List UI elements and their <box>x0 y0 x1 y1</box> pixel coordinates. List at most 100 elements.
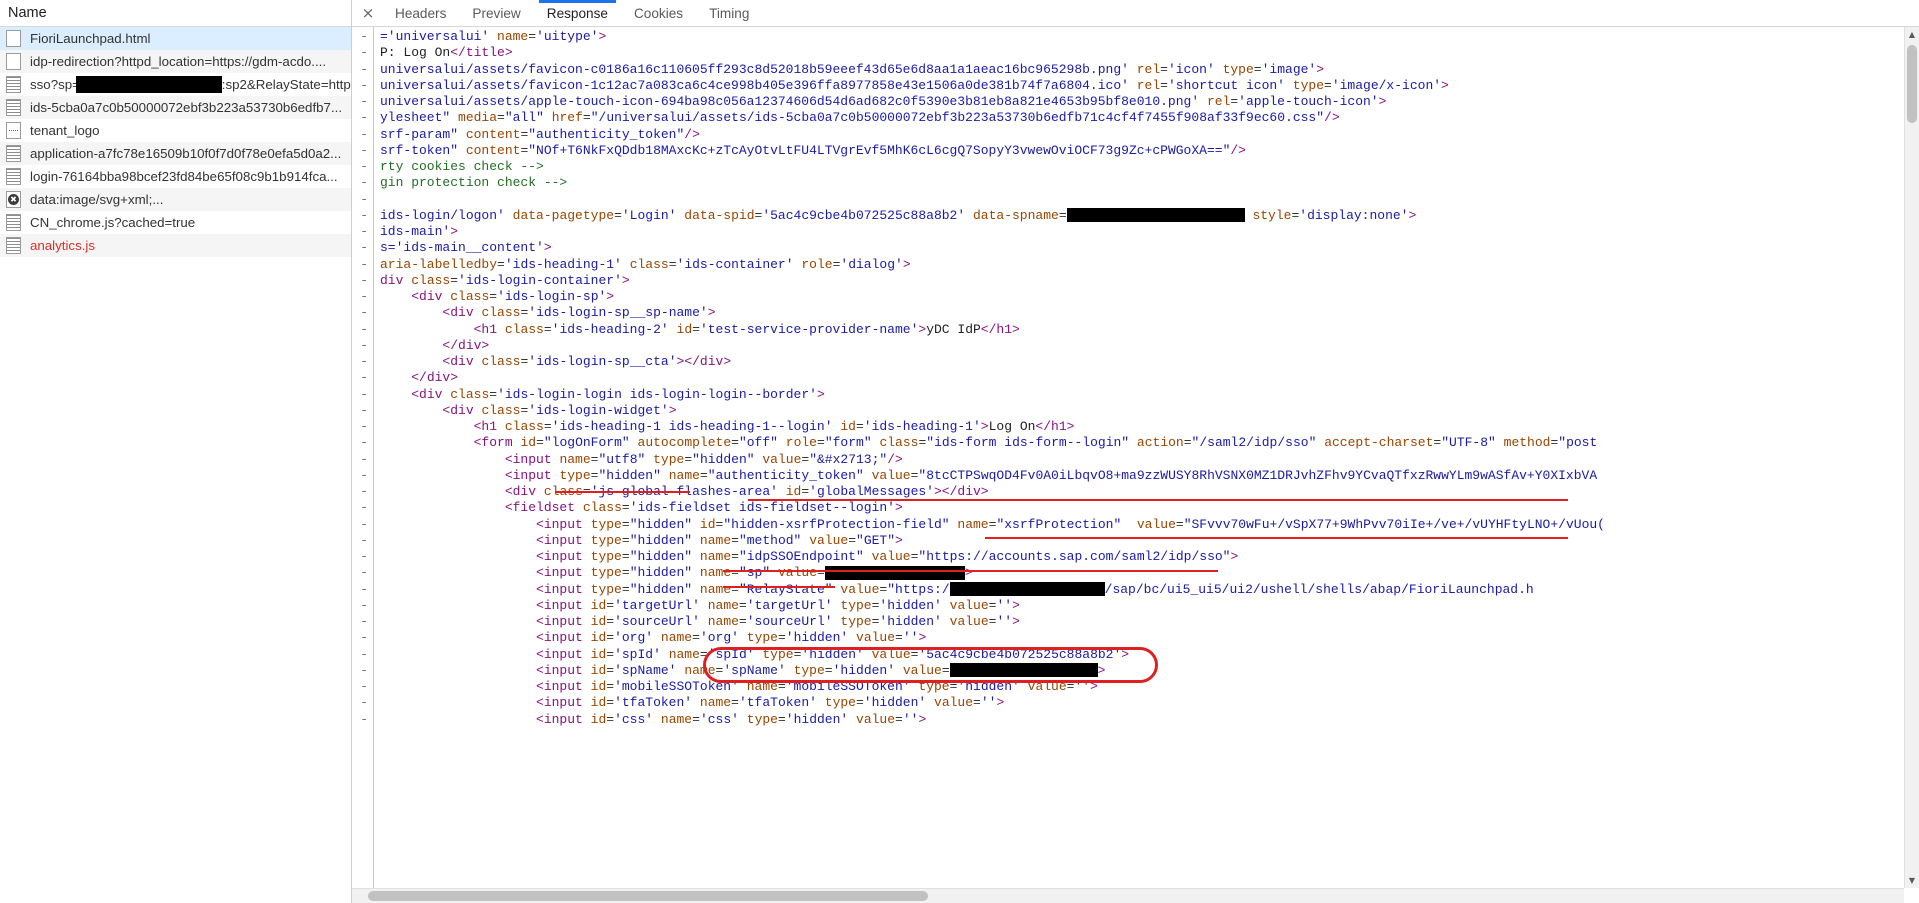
gutter-marker: - <box>360 549 368 564</box>
code-token: > <box>1012 614 1020 629</box>
code-token: id <box>590 662 607 678</box>
column-header-name[interactable]: Name <box>0 0 351 27</box>
code-token: name <box>699 581 732 597</box>
code-token: name <box>699 549 732 564</box>
code-token: rel <box>1206 94 1231 109</box>
redaction-bar <box>949 663 1098 678</box>
code-token: 'targetUrl' <box>614 597 700 613</box>
code-token: = <box>614 207 622 223</box>
vertical-scroll-thumb[interactable] <box>1907 45 1917 123</box>
code-token: 'shortcut icon' <box>1167 77 1285 93</box>
code-token: href <box>551 110 583 126</box>
code-token: > <box>918 711 927 727</box>
detail-tabs[interactable]: Headers Preview Response Cookies Timing <box>382 0 762 26</box>
tab-timing[interactable]: Timing <box>696 0 762 26</box>
code-token: "utf8" <box>598 451 646 467</box>
gutter-marker: - <box>360 175 368 191</box>
code-token: 'Login' <box>621 207 677 223</box>
gutter-marker: - <box>360 484 368 499</box>
code-token: value <box>871 549 911 564</box>
request-list[interactable]: FioriLaunchpad.html idp-redirection?httpd… <box>0 27 351 257</box>
code-token: = <box>692 711 700 727</box>
code-token: id <box>590 711 607 727</box>
tab-headers[interactable]: Headers <box>382 0 459 26</box>
code-token: = <box>817 435 825 451</box>
list-item[interactable]: analytics.js <box>0 234 351 257</box>
code-token: action <box>1136 435 1184 451</box>
code-token: id <box>785 484 802 499</box>
list-item[interactable]: ids-5cba0a7c0b50000072ebf3b223a53730b6ed… <box>0 96 351 119</box>
code-token: = <box>1160 61 1168 77</box>
code-token: 'spName' <box>723 662 786 678</box>
code-token: universalui/assets/apple-touch-icon-694b… <box>380 94 1200 109</box>
code-token: ='universalui' <box>380 29 490 44</box>
code-token: = <box>582 484 591 499</box>
code-token: type <box>793 662 825 678</box>
code-token: = <box>731 435 739 451</box>
gutter-marker: - <box>360 207 368 223</box>
code-token: = <box>684 451 693 467</box>
tab-cookies[interactable]: Cookies <box>621 0 696 26</box>
close-icon[interactable]: × <box>354 0 382 26</box>
tab-response[interactable]: Response <box>534 0 621 26</box>
code-line: <input id='tfaToken' name='tfaToken' typ… <box>380 695 1919 711</box>
code-token: = <box>731 532 739 548</box>
code-token: > <box>816 386 825 402</box>
code-token: = <box>1183 435 1192 451</box>
code-token: /> <box>1230 142 1246 158</box>
list-item[interactable]: idp-redirection?httpd_location=https://g… <box>0 50 351 73</box>
vertical-scrollbar[interactable]: ▲ ▼ <box>1904 27 1919 888</box>
gutter-marker: - <box>360 516 368 532</box>
horizontal-scrollbar[interactable] <box>352 888 1904 903</box>
code-token: /> <box>684 126 700 142</box>
code-token: <fieldset <box>504 500 576 516</box>
list-item[interactable]: FioriLaunchpad.html <box>0 27 351 50</box>
code-token: class <box>504 419 544 434</box>
code-token: name <box>668 467 700 483</box>
response-body-viewer[interactable]: ----------------------------------------… <box>352 27 1919 903</box>
list-item[interactable]: data:image/svg+xml;... <box>0 188 351 211</box>
code-token: value <box>777 565 817 581</box>
code-line: <h1 class='ids-heading-2' id='test-servi… <box>380 322 1919 338</box>
code-token: > <box>895 532 903 548</box>
code-token: '' <box>902 630 919 646</box>
horizontal-scroll-thumb[interactable] <box>368 891 928 901</box>
list-item[interactable]: CN_chrome.js?cached=true <box>0 211 351 234</box>
code-token: = <box>699 467 708 483</box>
scroll-down-icon[interactable]: ▼ <box>1905 873 1919 888</box>
code-token: = <box>621 581 630 597</box>
tab-preview[interactable]: Preview <box>459 0 533 26</box>
code-token: 'hidden' <box>957 679 1020 694</box>
redaction-bar <box>824 565 965 580</box>
code-token: "method" <box>738 532 802 548</box>
code-token: '5ac4c9cbe4b072525c88a8b2' <box>762 207 966 223</box>
list-item[interactable]: sso?sp=:sp2&RelayState=http... <box>0 73 351 96</box>
gutter-marker: - <box>360 305 368 321</box>
code-token: = <box>777 711 786 727</box>
gutter-marker: - <box>360 386 368 402</box>
detail-tabbar: × Headers Preview Response Cookies Timing <box>352 0 1919 27</box>
gutter-marker: - <box>360 224 368 239</box>
scroll-up-icon[interactable]: ▲ <box>1905 27 1919 42</box>
list-item[interactable]: login-76164bba98bcef23fd84be65f08c9b1b91… <box>0 165 351 188</box>
code-token: name <box>699 695 732 711</box>
redaction-bar <box>1066 208 1245 223</box>
response-source-code[interactable]: ='universalui' name='uitype'> P: Log On</… <box>374 27 1919 903</box>
code-token: P: Log On <box>380 45 451 61</box>
list-item[interactable]: application-a7fc78e16509b10f0f7d0f78e0ef… <box>0 142 351 165</box>
list-item[interactable]: tenant_logo <box>0 119 351 142</box>
code-line: rty cookies check --> <box>380 159 1919 175</box>
code-token: name <box>957 516 989 532</box>
